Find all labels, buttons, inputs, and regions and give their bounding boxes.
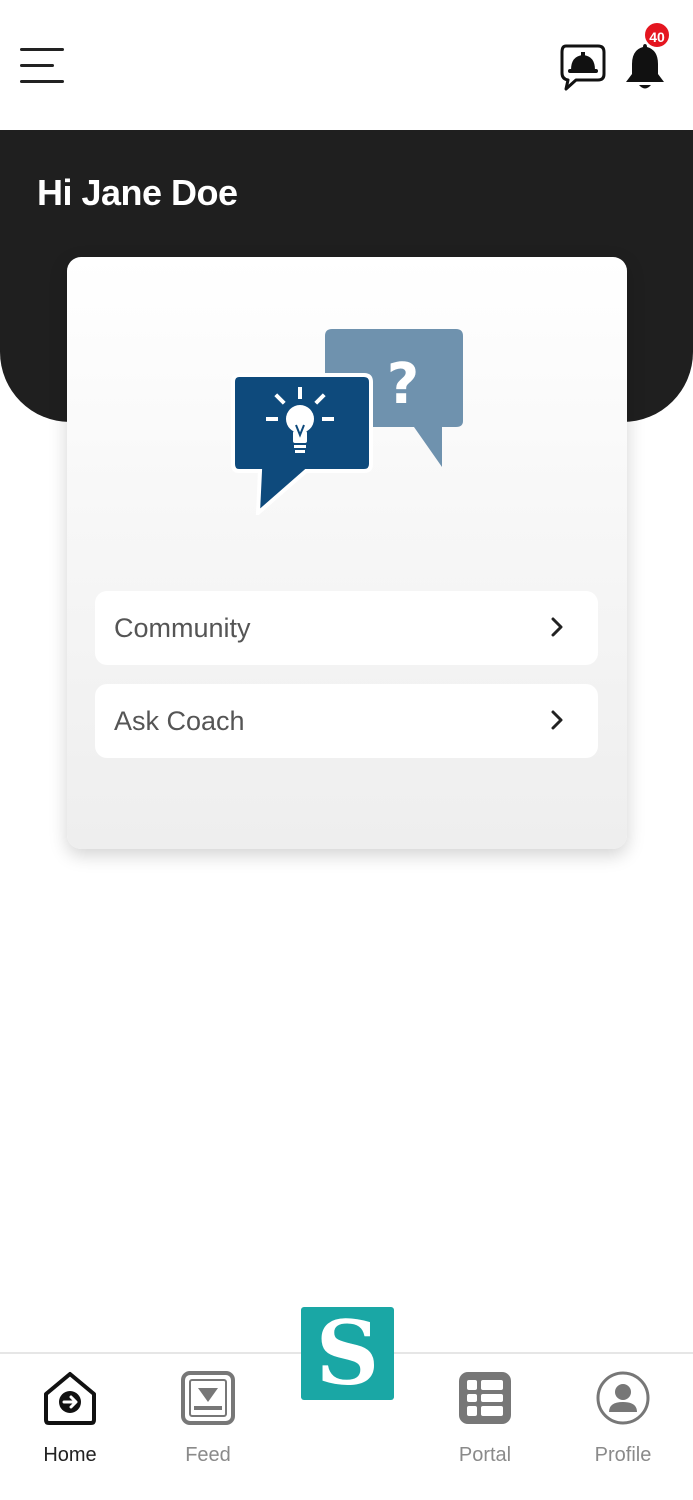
nav-profile[interactable]: Profile (568, 1366, 678, 1476)
ask-coach-link[interactable]: Ask Coach (95, 684, 598, 758)
community-link[interactable]: Community (95, 591, 598, 665)
nav-home-label: Home (43, 1444, 97, 1466)
nav-home[interactable]: Home (15, 1366, 125, 1476)
svg-text:?: ? (387, 352, 419, 417)
nav-portal[interactable]: Portal (430, 1366, 540, 1476)
portal-grid-icon (459, 1372, 511, 1424)
notification-count-badge: 40 (643, 21, 671, 49)
nav-feed[interactable]: Feed (153, 1366, 263, 1476)
community-label: Community (114, 613, 251, 643)
ask-coach-label: Ask Coach (114, 706, 245, 736)
chevron-right-icon (551, 617, 563, 637)
nav-profile-label: Profile (594, 1444, 652, 1466)
hamburger-menu-icon[interactable] (18, 44, 68, 86)
feed-tray-icon (181, 1371, 235, 1425)
top-bar: 40 (0, 0, 693, 130)
app-logo-letter: S (315, 1301, 380, 1405)
nav-feed-label: Feed (185, 1444, 231, 1466)
nav-portal-label: Portal (458, 1444, 512, 1466)
chevron-right-icon (551, 710, 563, 730)
greeting-title: Hi Jane Doe (37, 172, 238, 213)
home-arrow-icon (44, 1372, 96, 1425)
app-logo-button[interactable]: S (301, 1307, 394, 1400)
idea-question-bubbles-icon: ? (231, 329, 463, 515)
helmet-chat-icon[interactable] (558, 42, 606, 92)
profile-user-icon (596, 1371, 650, 1425)
